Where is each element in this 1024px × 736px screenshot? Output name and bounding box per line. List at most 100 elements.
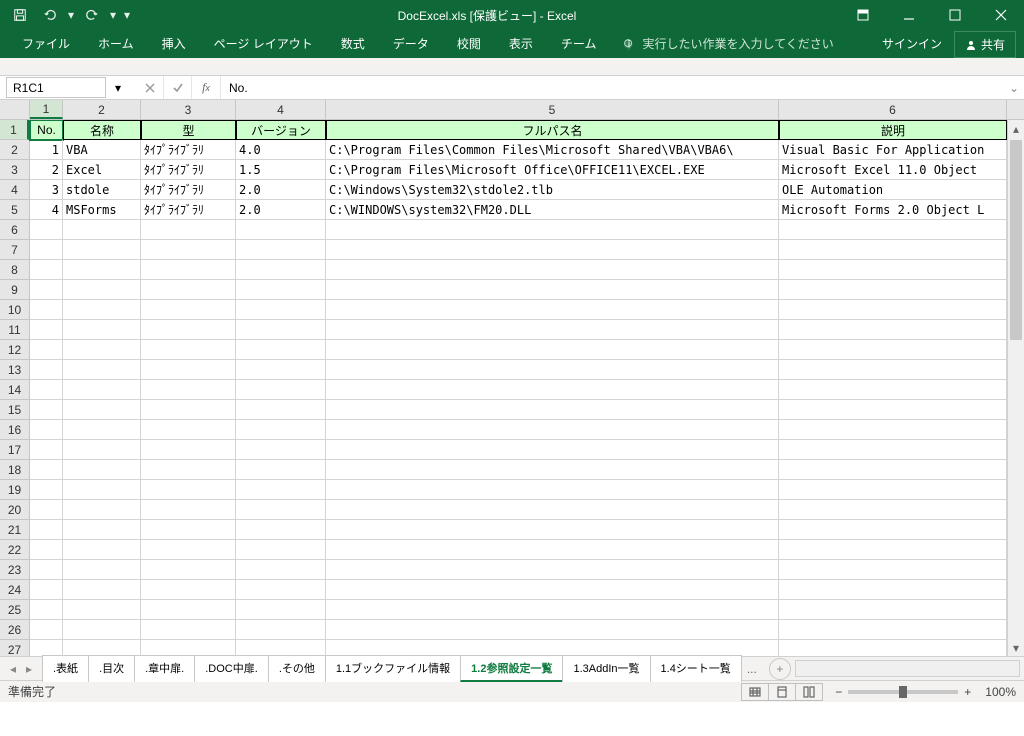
cell[interactable] (141, 560, 236, 580)
cell[interactable] (779, 620, 1007, 640)
cell[interactable] (779, 380, 1007, 400)
cell[interactable]: 2.0 (236, 180, 326, 200)
row-header[interactable]: 10 (0, 300, 29, 320)
sheet-tab[interactable]: .その他 (268, 655, 326, 682)
cell[interactable] (63, 340, 141, 360)
cell[interactable]: VBA (63, 140, 141, 160)
cell[interactable] (141, 520, 236, 540)
cell[interactable] (236, 300, 326, 320)
cell[interactable] (30, 540, 63, 560)
sheet-tab[interactable]: .DOC中扉. (194, 655, 269, 682)
row-header[interactable]: 16 (0, 420, 29, 440)
undo-icon[interactable] (36, 3, 64, 27)
cell[interactable]: C:\WINDOWS\system32\FM20.DLL (326, 200, 779, 220)
cell[interactable]: 型 (141, 120, 236, 140)
cell[interactable] (141, 600, 236, 620)
sheet-tab[interactable]: .章中扉. (134, 655, 195, 682)
cell[interactable] (236, 240, 326, 260)
cell[interactable] (141, 240, 236, 260)
cell[interactable] (326, 580, 779, 600)
cell[interactable] (236, 380, 326, 400)
cell[interactable] (63, 440, 141, 460)
cell[interactable] (30, 320, 63, 340)
insert-function-button[interactable]: fx (192, 76, 220, 99)
cell[interactable] (326, 300, 779, 320)
row-header[interactable]: 12 (0, 340, 29, 360)
cell[interactable] (779, 400, 1007, 420)
row-header[interactable]: 3 (0, 160, 29, 180)
cell[interactable] (30, 260, 63, 280)
row-header[interactable]: 25 (0, 600, 29, 620)
cell[interactable] (779, 220, 1007, 240)
cell[interactable] (326, 440, 779, 460)
cell[interactable] (30, 580, 63, 600)
tell-me-search[interactable]: 実行したい作業を入力してください (610, 29, 845, 58)
column-header[interactable]: 5 (326, 100, 779, 119)
cell[interactable] (326, 640, 779, 656)
cell[interactable] (30, 420, 63, 440)
cells-area[interactable]: No.名称型バージョンフルパス名説明1VBAﾀｲﾌﾟﾗｲﾌﾞﾗﾘ4.0C:\Pr… (30, 120, 1024, 656)
cell[interactable] (63, 220, 141, 240)
row-header[interactable]: 6 (0, 220, 29, 240)
cell[interactable] (326, 400, 779, 420)
scroll-down-icon[interactable]: ▾ (1008, 639, 1024, 656)
zoom-slider[interactable] (848, 690, 958, 694)
cell[interactable] (236, 500, 326, 520)
cell[interactable]: 4 (30, 200, 63, 220)
cell[interactable]: 4.0 (236, 140, 326, 160)
cell[interactable]: Excel (63, 160, 141, 180)
cell[interactable] (326, 500, 779, 520)
cell[interactable] (141, 640, 236, 656)
cell[interactable] (63, 380, 141, 400)
cell[interactable]: C:\Windows\System32\stdole2.tlb (326, 180, 779, 200)
zoom-in-button[interactable]: + (964, 685, 971, 699)
cell[interactable]: ﾀｲﾌﾟﾗｲﾌﾞﾗﾘ (141, 140, 236, 160)
cell[interactable] (141, 380, 236, 400)
cell[interactable]: 名称 (63, 120, 141, 140)
cell[interactable] (141, 400, 236, 420)
row-header[interactable]: 14 (0, 380, 29, 400)
cell[interactable] (63, 500, 141, 520)
cell[interactable] (30, 500, 63, 520)
cell[interactable] (30, 340, 63, 360)
cell[interactable] (63, 640, 141, 656)
cell[interactable] (141, 360, 236, 380)
cell[interactable] (30, 240, 63, 260)
cell[interactable]: バージョン (236, 120, 326, 140)
cell[interactable] (236, 560, 326, 580)
cell[interactable] (326, 620, 779, 640)
cell[interactable]: フルパス名 (326, 120, 779, 140)
cell[interactable] (236, 280, 326, 300)
column-header[interactable]: 4 (236, 100, 326, 119)
cell[interactable] (236, 320, 326, 340)
sheet-tab[interactable]: 1.4シート一覧 (650, 655, 742, 682)
cell[interactable] (326, 600, 779, 620)
column-header[interactable]: 1 (30, 100, 63, 119)
cell[interactable] (30, 460, 63, 480)
cell[interactable] (779, 580, 1007, 600)
undo-dropdown-icon[interactable]: ▾ (66, 3, 76, 27)
cell[interactable]: ﾀｲﾌﾟﾗｲﾌﾞﾗﾘ (141, 180, 236, 200)
cell[interactable]: Microsoft Excel 11.0 Object (779, 160, 1007, 180)
cell[interactable] (236, 360, 326, 380)
cell[interactable] (236, 600, 326, 620)
cell[interactable] (63, 620, 141, 640)
cell[interactable]: ﾀｲﾌﾟﾗｲﾌﾞﾗﾘ (141, 200, 236, 220)
name-box[interactable]: R1C1 (6, 77, 106, 98)
cell[interactable] (326, 540, 779, 560)
ribbon-tab-6[interactable]: 校閲 (443, 29, 495, 58)
row-header[interactable]: 1 (0, 120, 29, 140)
cell[interactable] (779, 280, 1007, 300)
cell[interactable] (30, 220, 63, 240)
cell[interactable] (326, 520, 779, 540)
row-header[interactable]: 26 (0, 620, 29, 640)
cell[interactable] (236, 580, 326, 600)
cell[interactable] (779, 360, 1007, 380)
cell[interactable]: C:\Program Files\Common Files\Microsoft … (326, 140, 779, 160)
cell[interactable] (779, 240, 1007, 260)
cell[interactable] (141, 500, 236, 520)
formula-input[interactable]: No. (220, 76, 1004, 99)
ribbon-tab-2[interactable]: 挿入 (148, 29, 200, 58)
cell[interactable] (63, 360, 141, 380)
select-all-corner[interactable] (0, 100, 30, 119)
